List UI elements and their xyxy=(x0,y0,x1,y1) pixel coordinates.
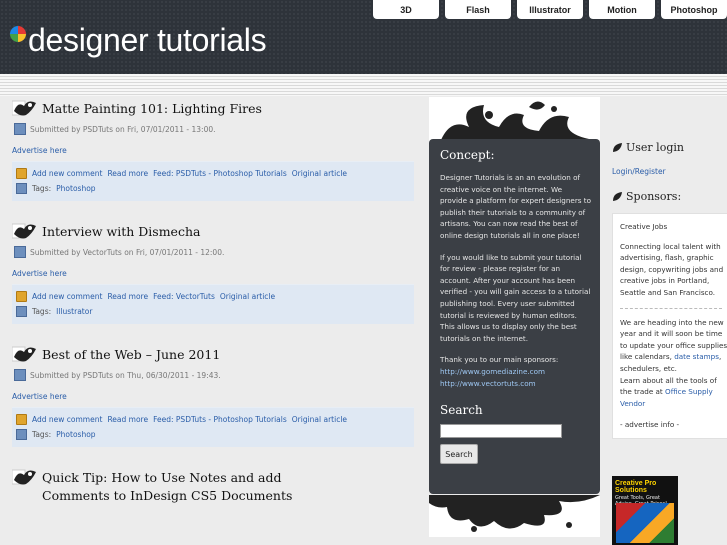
nav-tab-motion[interactable]: Motion xyxy=(589,0,655,19)
post-submitted: Submitted by PSDTuts on Thu, 06/30/2011 … xyxy=(30,370,221,380)
advertise-link[interactable]: Advertise here xyxy=(12,392,414,401)
sponsor-box: Creative Jobs Connecting local talent wi… xyxy=(612,213,727,439)
tags-label: Tags: xyxy=(32,430,52,439)
search-input[interactable] xyxy=(440,424,562,439)
category-nav: 3D Flash Illustrator Motion Photoshop xyxy=(373,0,727,19)
pen-flourish-icon xyxy=(11,220,38,242)
nav-tab-3d[interactable]: 3D xyxy=(373,0,439,19)
add-comment-link[interactable]: Add new comment xyxy=(32,292,102,301)
search-button[interactable]: Search xyxy=(440,444,478,465)
post-title[interactable]: Matte Painting 101: Lighting Fires xyxy=(42,97,262,118)
tag-link[interactable]: Illustrator xyxy=(56,307,92,316)
post-header: Best of the Web – June 2011 xyxy=(11,343,414,365)
post-links: Add new comment Read more Feed: PSDTuts … xyxy=(12,407,414,447)
tags-label: Tags: xyxy=(32,184,52,193)
right-sidebar: User login Login/Register Sponsors: Crea… xyxy=(612,97,727,439)
package-icon xyxy=(16,168,27,179)
post-header: Interview with Dismecha xyxy=(11,220,414,242)
original-article-link[interactable]: Original article xyxy=(292,169,347,178)
package-icon xyxy=(16,414,27,425)
concept-intro: Designer Tutorials is an an evolution of… xyxy=(440,173,592,240)
user-login-title: User login xyxy=(626,141,684,154)
read-more-link[interactable]: Read more xyxy=(107,169,148,178)
tag-link[interactable]: Photoshop xyxy=(56,430,95,439)
post: Matte Painting 101: Lighting Fires Submi… xyxy=(11,97,414,201)
sponsor-link-vectortuts[interactable]: http://www.vectortuts.com xyxy=(440,379,536,388)
post-title[interactable]: Quick Tip: How to Use Notes and add Comm… xyxy=(42,466,312,505)
software-boxes-image xyxy=(616,503,674,543)
tag-icon xyxy=(16,306,27,317)
office-supply-text: We are heading into the new year and it … xyxy=(620,317,727,410)
post-title[interactable]: Best of the Web – June 2011 xyxy=(42,343,220,364)
concept-heading: Concept: xyxy=(440,148,495,162)
post-meta: Submitted by PSDTuts on Thu, 06/30/2011 … xyxy=(14,369,414,381)
site-title: designer tutorials xyxy=(28,22,267,58)
advertise-link[interactable]: Advertise here xyxy=(12,146,414,155)
add-comment-link[interactable]: Add new comment xyxy=(32,415,102,424)
post: Best of the Web – June 2011 Submitted by… xyxy=(11,343,414,447)
sponsor-link-gomediazine[interactable]: http://www.gomediazine.com xyxy=(440,367,545,376)
original-article-link[interactable]: Original article xyxy=(292,415,347,424)
post: Quick Tip: How to Use Notes and add Comm… xyxy=(11,466,414,505)
post-links: Add new comment Read more Feed: VectorTu… xyxy=(12,284,414,324)
post-header: Matte Painting 101: Lighting Fires xyxy=(11,97,414,119)
pen-flourish-icon xyxy=(11,466,38,488)
add-comment-link[interactable]: Add new comment xyxy=(32,169,102,178)
search-heading: Search xyxy=(440,403,483,418)
post-meta: Submitted by PSDTuts on Fri, 07/01/2011 … xyxy=(14,123,414,135)
post-links: Add new comment Read more Feed: PSDTuts … xyxy=(12,161,414,201)
read-more-link[interactable]: Read more xyxy=(107,415,148,424)
post-submitted: Submitted by VectorTuts on Fri, 07/01/20… xyxy=(30,247,225,257)
logo-color-wheel-icon xyxy=(10,25,26,42)
document-icon xyxy=(14,123,26,135)
date-stamps-link[interactable]: date stamps xyxy=(674,352,719,361)
site-header: designer tutorials 3D Flash Illustrator … xyxy=(0,0,727,74)
document-icon xyxy=(14,369,26,381)
feed-link[interactable]: Feed: PSDTuts - Photoshop Tutorials xyxy=(153,415,287,424)
advertise-link[interactable]: Advertise here xyxy=(12,269,414,278)
original-article-link[interactable]: Original article xyxy=(220,292,275,301)
pen-flourish-icon xyxy=(11,97,38,119)
sponsors-thanks: Thank you to our main sponsors: xyxy=(440,355,559,365)
creative-jobs-link[interactable]: Creative Jobs xyxy=(620,221,727,233)
nav-tab-flash[interactable]: Flash xyxy=(445,0,511,19)
post-header: Quick Tip: How to Use Notes and add Comm… xyxy=(11,466,414,505)
sponsor-divider xyxy=(620,307,722,309)
concept-submit-info: If you would like to submit your tutoria… xyxy=(440,252,591,343)
package-icon xyxy=(16,291,27,302)
post-title[interactable]: Interview with Dismecha xyxy=(42,220,200,241)
post-meta: Submitted by VectorTuts on Fri, 07/01/20… xyxy=(14,246,414,258)
nav-tab-photoshop[interactable]: Photoshop xyxy=(661,0,727,19)
concept-sponsors: Thank you to our main sponsors: http://w… xyxy=(440,354,591,389)
leaf-icon xyxy=(613,143,622,152)
feed-link[interactable]: Feed: VectorTuts xyxy=(153,292,215,301)
feed-link[interactable]: Feed: PSDTuts - Photoshop Tutorials xyxy=(153,169,287,178)
leaf-icon xyxy=(613,192,622,201)
tags-label: Tags: xyxy=(32,307,52,316)
read-more-link[interactable]: Read more xyxy=(107,292,148,301)
pen-flourish-icon xyxy=(11,343,38,365)
user-login-heading: User login xyxy=(612,141,727,154)
creative-pro-ad-banner[interactable]: Creative Pro Solutions Great Tools, Grea… xyxy=(612,476,678,545)
creative-jobs-text: Connecting local talent with advertising… xyxy=(620,241,724,297)
tag-icon xyxy=(16,183,27,194)
concept-panel: Concept: Designer Tutorials is an an evo… xyxy=(429,97,600,537)
advertise-info[interactable]: - advertise info - xyxy=(620,419,727,431)
site-logo[interactable]: designer tutorials xyxy=(10,22,267,59)
header-divider xyxy=(0,74,727,96)
login-register-link[interactable]: Login/Register xyxy=(612,167,727,176)
concept-box: Concept: Designer Tutorials is an an evo… xyxy=(429,139,600,494)
tag-link[interactable]: Photoshop xyxy=(56,184,95,193)
ad-title: Creative Pro Solutions xyxy=(615,480,657,494)
post-list: Matte Painting 101: Lighting Fires Submi… xyxy=(11,97,414,505)
post-submitted: Submitted by PSDTuts on Fri, 07/01/2011 … xyxy=(30,124,216,134)
document-icon xyxy=(14,246,26,258)
sponsors-heading: Sponsors: xyxy=(612,190,727,203)
swirl-ornament-bottom xyxy=(429,495,600,537)
post: Interview with Dismecha Submitted by Vec… xyxy=(11,220,414,324)
nav-tab-illustrator[interactable]: Illustrator xyxy=(517,0,583,19)
sponsors-title: Sponsors: xyxy=(626,190,682,203)
tag-icon xyxy=(16,429,27,440)
